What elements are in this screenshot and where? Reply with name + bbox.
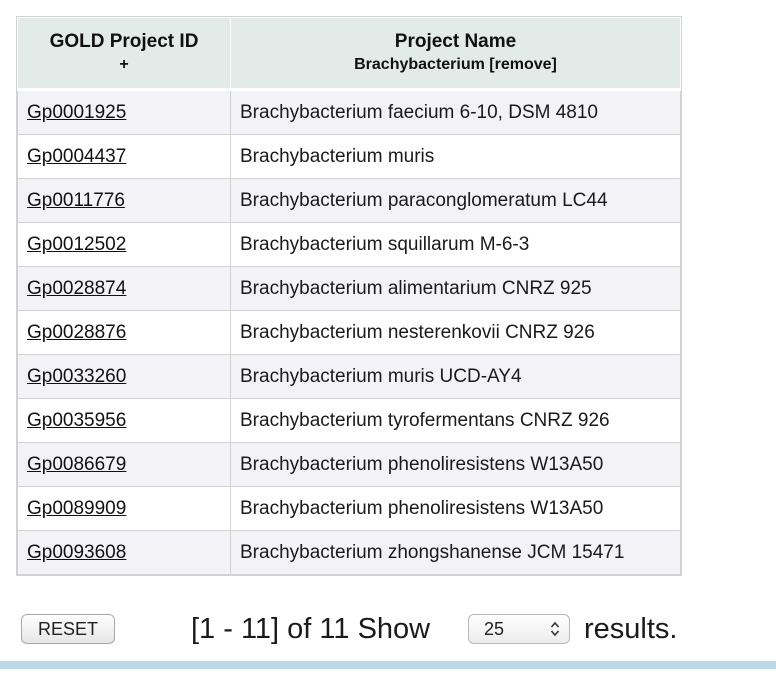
project-id-cell: Gp0028874 bbox=[17, 266, 231, 311]
project-id-link[interactable]: Gp0011776 bbox=[27, 190, 125, 211]
pagination-controls: RESET [1 - 11] of 11 Show 25 results. bbox=[21, 612, 761, 646]
project-id-cell: Gp0004437 bbox=[17, 134, 231, 179]
table-row: Gp0012502 Brachybacterium squillarum M-6… bbox=[17, 222, 681, 267]
project-id-link[interactable]: Gp0093608 bbox=[27, 542, 126, 563]
table-row: Gp0004437 Brachybacterium muris bbox=[17, 134, 681, 179]
reset-button[interactable]: RESET bbox=[21, 614, 115, 644]
project-id-link[interactable]: Gp0028876 bbox=[27, 322, 126, 343]
project-id-link[interactable]: Gp0033260 bbox=[27, 366, 126, 387]
page-size-value: 25 bbox=[484, 619, 505, 639]
project-id-cell: Gp0089909 bbox=[17, 486, 231, 531]
project-id-link[interactable]: Gp0004437 bbox=[27, 146, 126, 167]
sort-indicator[interactable]: + bbox=[24, 54, 224, 76]
table-row: Gp0089909 Brachybacterium phenoliresiste… bbox=[17, 486, 681, 531]
table-row: Gp0033260 Brachybacterium muris UCD-AY4 bbox=[17, 354, 681, 399]
project-name-cell: Brachybacterium tyrofermentans CNRZ 926 bbox=[230, 398, 681, 443]
project-name-cell: Brachybacterium phenoliresistens W13A50 bbox=[230, 486, 681, 531]
bottom-divider-bar bbox=[0, 661, 776, 669]
filter-remove-link[interactable]: Brachybacterium [remove] bbox=[237, 54, 674, 76]
result-range-text: [1 - 11] of 11 Show bbox=[191, 613, 431, 645]
project-id-link[interactable]: Gp0028874 bbox=[27, 278, 126, 299]
project-id-cell: Gp0033260 bbox=[17, 354, 231, 399]
table-row: Gp0001925 Brachybacterium faecium 6-10, … bbox=[17, 89, 681, 135]
projects-table-container: GOLD Project ID + Project Name Brachybac… bbox=[16, 16, 682, 576]
table-header-row: GOLD Project ID + Project Name Brachybac… bbox=[17, 17, 681, 91]
page-size-select[interactable]: 25 bbox=[468, 614, 570, 644]
header-project-name[interactable]: Project Name Brachybacterium [remove] bbox=[230, 17, 681, 91]
project-name-cell: Brachybacterium phenoliresistens W13A50 bbox=[230, 442, 681, 487]
project-id-link[interactable]: Gp0001925 bbox=[27, 102, 126, 123]
table-row: Gp0093608 Brachybacterium zhongshanense … bbox=[17, 530, 681, 575]
project-id-cell: Gp0001925 bbox=[17, 89, 231, 135]
project-id-cell: Gp0086679 bbox=[17, 442, 231, 487]
table-row: Gp0011776 Brachybacterium paraconglomera… bbox=[17, 178, 681, 223]
header-id-label: GOLD Project ID bbox=[49, 31, 199, 52]
project-id-cell: Gp0011776 bbox=[17, 178, 231, 223]
header-gold-project-id[interactable]: GOLD Project ID + bbox=[17, 17, 231, 91]
project-id-link[interactable]: Gp0086679 bbox=[27, 454, 126, 475]
projects-table: GOLD Project ID + Project Name Brachybac… bbox=[17, 17, 681, 575]
project-name-cell: Brachybacterium zhongshanense JCM 15471 bbox=[230, 530, 681, 575]
project-id-link[interactable]: Gp0012502 bbox=[27, 234, 126, 255]
table-row: Gp0028876 Brachybacterium nesterenkovii … bbox=[17, 310, 681, 355]
results-label: results. bbox=[584, 613, 678, 645]
page: GOLD Project ID + Project Name Brachybac… bbox=[0, 0, 776, 680]
project-name-cell: Brachybacterium paraconglomeratum LC44 bbox=[230, 178, 681, 223]
project-id-cell: Gp0035956 bbox=[17, 398, 231, 443]
project-name-cell: Brachybacterium alimentarium CNRZ 925 bbox=[230, 266, 681, 311]
project-id-link[interactable]: Gp0035956 bbox=[27, 410, 126, 431]
project-id-link[interactable]: Gp0089909 bbox=[27, 498, 126, 519]
table-body: Gp0001925 Brachybacterium faecium 6-10, … bbox=[17, 89, 681, 575]
project-id-cell: Gp0012502 bbox=[17, 222, 231, 267]
project-name-cell: Brachybacterium nesterenkovii CNRZ 926 bbox=[230, 310, 681, 355]
table-row: Gp0028874 Brachybacterium alimentarium C… bbox=[17, 266, 681, 311]
table-row: Gp0035956 Brachybacterium tyrofermentans… bbox=[17, 398, 681, 443]
project-name-cell: Brachybacterium muris bbox=[230, 134, 681, 179]
project-name-cell: Brachybacterium muris UCD-AY4 bbox=[230, 354, 681, 399]
project-id-cell: Gp0028876 bbox=[17, 310, 231, 355]
project-name-cell: Brachybacterium faecium 6-10, DSM 4810 bbox=[230, 89, 681, 135]
up-down-chevron-icon bbox=[550, 621, 560, 637]
project-name-cell: Brachybacterium squillarum M-6-3 bbox=[230, 222, 681, 267]
project-id-cell: Gp0093608 bbox=[17, 530, 231, 575]
header-name-label: Project Name bbox=[394, 31, 517, 52]
table-row: Gp0086679 Brachybacterium phenoliresiste… bbox=[17, 442, 681, 487]
